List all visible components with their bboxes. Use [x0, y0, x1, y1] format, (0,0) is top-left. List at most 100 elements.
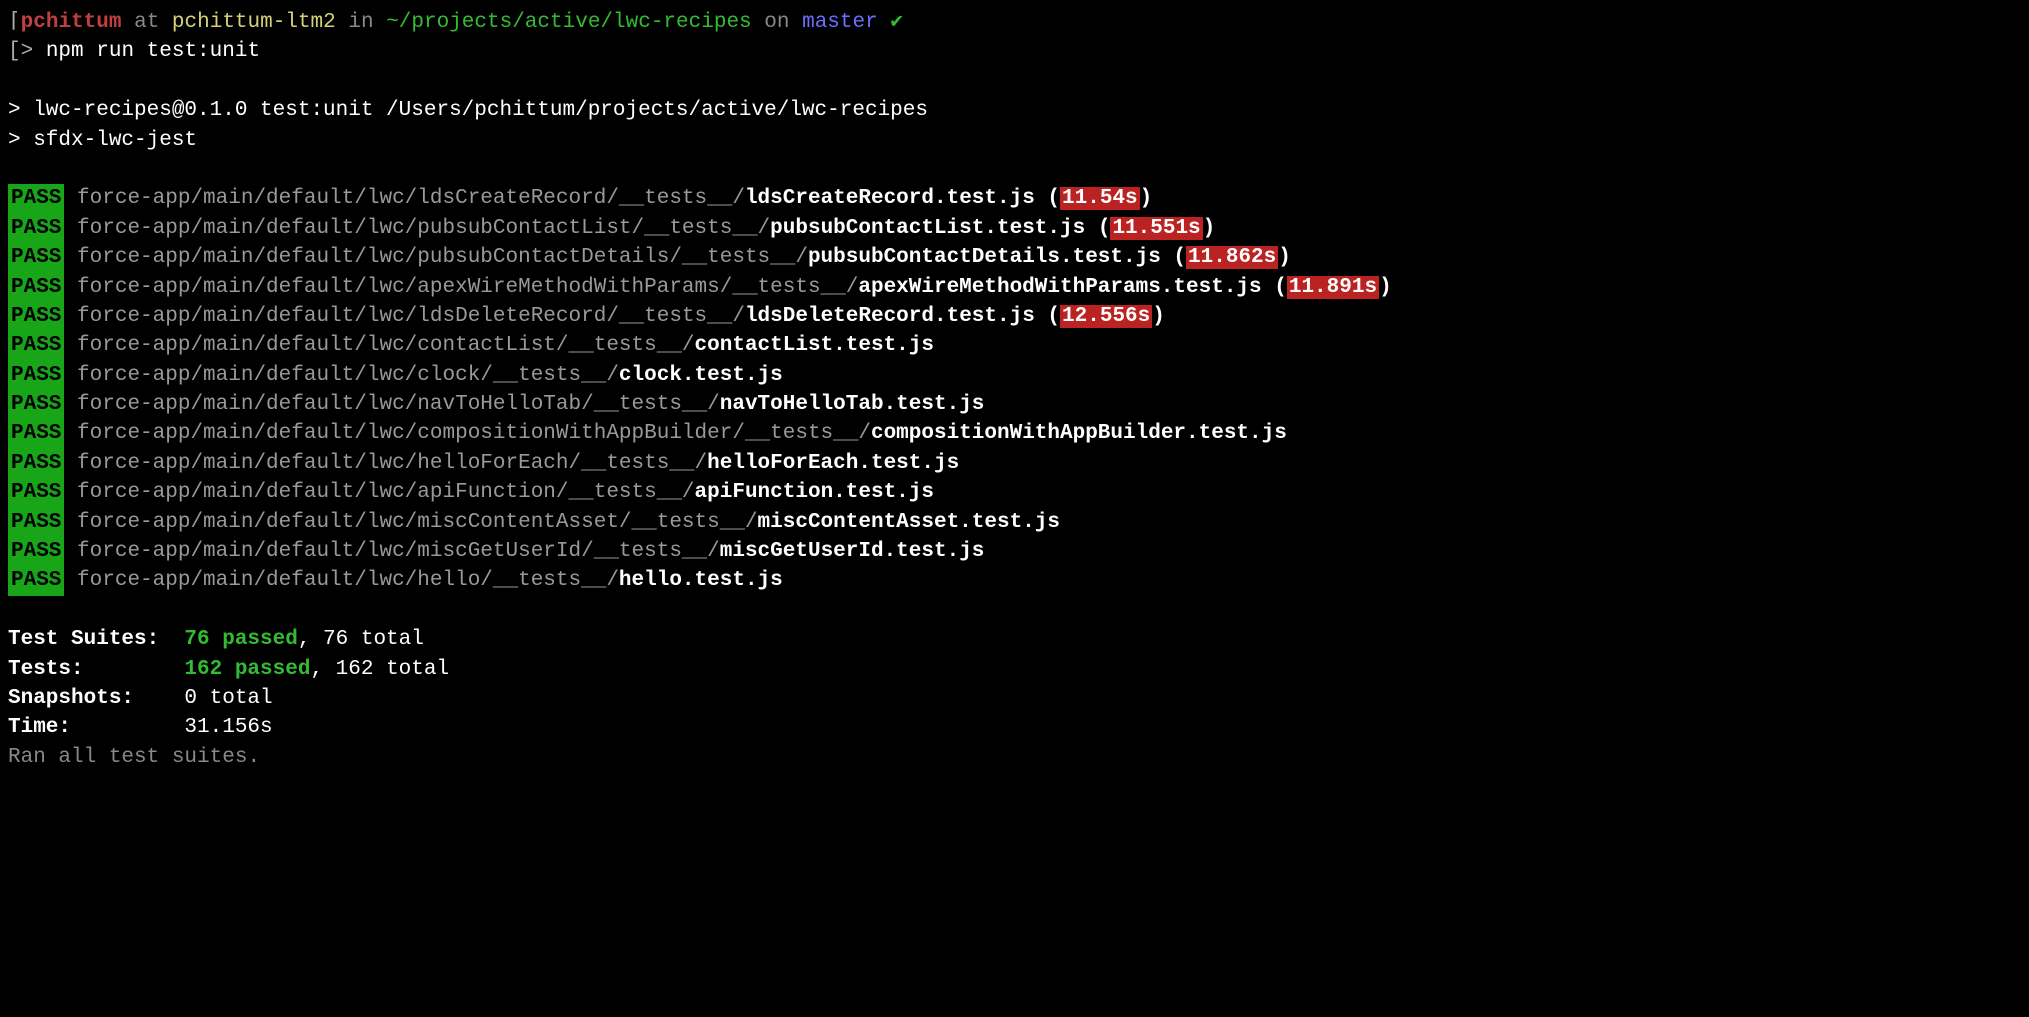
- test-file: contactList.test.js: [695, 334, 934, 357]
- test-path: force-app/main/default/lwc/apiFunction/_…: [77, 481, 695, 504]
- test-result-line: PASS force-app/main/default/lwc/helloFor…: [8, 449, 2021, 478]
- summary-snapshots: Snapshots: 0 total: [8, 684, 2021, 713]
- blank-line: [8, 596, 2021, 625]
- summary-label: Test Suites:: [8, 625, 172, 654]
- test-result-line: PASS force-app/main/default/lwc/pubsubCo…: [8, 214, 2021, 243]
- summary-total: , 76 total: [298, 628, 424, 651]
- test-file: apiFunction.test.js: [695, 481, 934, 504]
- prompt-branch: master: [802, 11, 878, 34]
- prompt-arrow: [>: [8, 40, 33, 63]
- test-result-line: PASS force-app/main/default/lwc/navToHel…: [8, 390, 2021, 419]
- pass-badge: PASS: [8, 331, 64, 360]
- test-file: apexWireMethodWithParams.test.js: [858, 276, 1261, 299]
- test-result-line: PASS force-app/main/default/lwc/apiFunct…: [8, 478, 2021, 507]
- paren: (: [1262, 276, 1287, 299]
- test-file: compositionWithAppBuilder.test.js: [871, 422, 1287, 445]
- test-path: force-app/main/default/lwc/pubsubContact…: [77, 246, 808, 269]
- pass-badge: PASS: [8, 419, 64, 448]
- pass-badge: PASS: [8, 361, 64, 390]
- paren: ): [1140, 187, 1153, 210]
- prompt-path: ~/projects/active/lwc-recipes: [386, 11, 751, 34]
- test-duration: 11.551s: [1110, 217, 1202, 240]
- summary-time: Time: 31.156s: [8, 713, 2021, 742]
- test-duration: 11.862s: [1186, 246, 1278, 269]
- paren: (: [1035, 305, 1060, 328]
- paren: (: [1161, 246, 1186, 269]
- summary-total: , 162 total: [310, 658, 449, 681]
- prompt-line-1: ⌈pchittum at pchittum-ltm2 in ~/projects…: [8, 8, 2021, 37]
- test-path: force-app/main/default/lwc/miscGetUserId…: [77, 540, 720, 563]
- paren: ): [1152, 305, 1165, 328]
- npm-run-echo-1: > lwc-recipes@0.1.0 test:unit /Users/pch…: [8, 96, 2021, 125]
- paren: (: [1035, 187, 1060, 210]
- summary-passed: 162 passed: [184, 658, 310, 681]
- pass-badge: PASS: [8, 243, 64, 272]
- prompt-line-2[interactable]: [> npm run test:unit: [8, 37, 2021, 66]
- pass-badge: PASS: [8, 214, 64, 243]
- paren: ): [1278, 246, 1291, 269]
- prompt-bracket: ⌈: [8, 11, 21, 34]
- summary-value: 31.156s: [184, 716, 272, 739]
- test-file: ldsCreateRecord.test.js: [745, 187, 1035, 210]
- test-path: force-app/main/default/lwc/helloForEach/…: [77, 452, 707, 475]
- blank-line: [8, 155, 2021, 184]
- pass-badge: PASS: [8, 302, 64, 331]
- test-duration: 11.891s: [1287, 276, 1379, 299]
- test-file: helloForEach.test.js: [707, 452, 959, 475]
- summary-label: Time:: [8, 713, 172, 742]
- pass-badge: PASS: [8, 537, 64, 566]
- summary-passed: 76 passed: [184, 628, 297, 651]
- test-file: miscGetUserId.test.js: [720, 540, 985, 563]
- paren: ): [1379, 276, 1392, 299]
- test-result-line: PASS force-app/main/default/lwc/pubsubCo…: [8, 243, 2021, 272]
- command-entered: npm run test:unit: [46, 40, 260, 63]
- test-path: force-app/main/default/lwc/compositionWi…: [77, 422, 871, 445]
- test-result-line: PASS force-app/main/default/lwc/miscCont…: [8, 508, 2021, 537]
- prompt-at: at: [134, 11, 159, 34]
- test-path: force-app/main/default/lwc/ldsDeleteReco…: [77, 305, 745, 328]
- test-result-line: PASS force-app/main/default/lwc/composit…: [8, 419, 2021, 448]
- test-file: pubsubContactList.test.js: [770, 217, 1085, 240]
- pass-badge: PASS: [8, 508, 64, 537]
- test-file: ldsDeleteRecord.test.js: [745, 305, 1035, 328]
- prompt-host: pchittum-ltm2: [172, 11, 336, 34]
- paren: (: [1085, 217, 1110, 240]
- summary-label: Snapshots:: [8, 684, 172, 713]
- test-result-line: PASS force-app/main/default/lwc/contactL…: [8, 331, 2021, 360]
- test-file: hello.test.js: [619, 569, 783, 592]
- test-result-line: PASS force-app/main/default/lwc/clock/__…: [8, 361, 2021, 390]
- test-path: force-app/main/default/lwc/miscContentAs…: [77, 511, 758, 534]
- prompt-user: pchittum: [21, 11, 122, 34]
- test-duration: 11.54s: [1060, 187, 1140, 210]
- summary-suites: Test Suites: 76 passed, 76 total: [8, 625, 2021, 654]
- test-path: force-app/main/default/lwc/ldsCreateReco…: [77, 187, 745, 210]
- test-result-line: PASS force-app/main/default/lwc/ldsDelet…: [8, 302, 2021, 331]
- test-results: PASS force-app/main/default/lwc/ldsCreat…: [8, 184, 2021, 595]
- pass-badge: PASS: [8, 390, 64, 419]
- pass-badge: PASS: [8, 449, 64, 478]
- paren: ): [1203, 217, 1216, 240]
- test-file: navToHelloTab.test.js: [720, 393, 985, 416]
- prompt-on: on: [764, 11, 789, 34]
- test-path: force-app/main/default/lwc/pubsubContact…: [77, 217, 770, 240]
- test-file: miscContentAsset.test.js: [758, 511, 1060, 534]
- test-file: pubsubContactDetails.test.js: [808, 246, 1161, 269]
- summary-label: Tests:: [8, 655, 172, 684]
- test-result-line: PASS force-app/main/default/lwc/apexWire…: [8, 273, 2021, 302]
- test-path: force-app/main/default/lwc/hello/__tests…: [77, 569, 619, 592]
- test-result-line: PASS force-app/main/default/lwc/hello/__…: [8, 566, 2021, 595]
- blank-line: [8, 67, 2021, 96]
- test-path: force-app/main/default/lwc/apexWireMetho…: [77, 276, 858, 299]
- test-result-line: PASS force-app/main/default/lwc/miscGetU…: [8, 537, 2021, 566]
- test-duration: 12.556s: [1060, 305, 1152, 328]
- pass-badge: PASS: [8, 273, 64, 302]
- test-file: clock.test.js: [619, 364, 783, 387]
- pass-badge: PASS: [8, 566, 64, 595]
- test-path: force-app/main/default/lwc/navToHelloTab…: [77, 393, 720, 416]
- summary-value: 0 total: [184, 687, 272, 710]
- pass-badge: PASS: [8, 478, 64, 507]
- pass-badge: PASS: [8, 184, 64, 213]
- check-icon: ✔: [890, 11, 903, 34]
- terminal-output: ⌈pchittum at pchittum-ltm2 in ~/projects…: [0, 0, 2029, 780]
- test-path: force-app/main/default/lwc/contactList/_…: [77, 334, 695, 357]
